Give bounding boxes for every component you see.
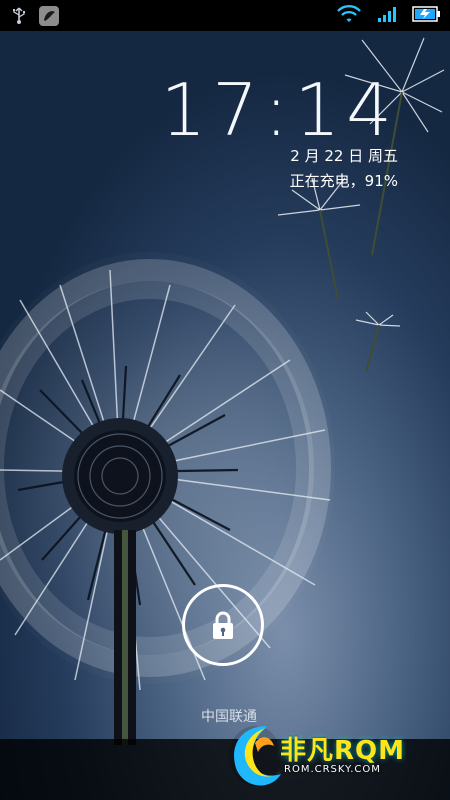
lock-screen: 17:14 2 月 22 日 周五 正在充电，91% 中国联通 非凡RQM RO… — [0, 0, 450, 800]
watermark-brand: 非凡RQM — [280, 736, 405, 766]
date-text: 2 月 22 日 周五 — [290, 147, 398, 165]
status-right-icons — [336, 4, 442, 24]
wifi-icon — [336, 4, 362, 24]
signal-icon — [376, 4, 398, 24]
watermark-url: ROM.CRSKY.COM — [284, 764, 381, 775]
unlock-button[interactable] — [182, 584, 264, 666]
watermark-logo: 非凡RQM ROM.CRSKY.COM — [221, 712, 443, 800]
clock-time: 17:14 — [160, 68, 398, 152]
battery-charging-icon — [412, 4, 442, 24]
lock-icon — [209, 609, 237, 641]
usb-icon — [10, 7, 28, 25]
status-bar — [0, 0, 450, 31]
notification-leaf-icon — [38, 5, 60, 27]
charging-status: 正在充电，91% — [289, 172, 398, 190]
status-left-icons — [10, 5, 60, 27]
